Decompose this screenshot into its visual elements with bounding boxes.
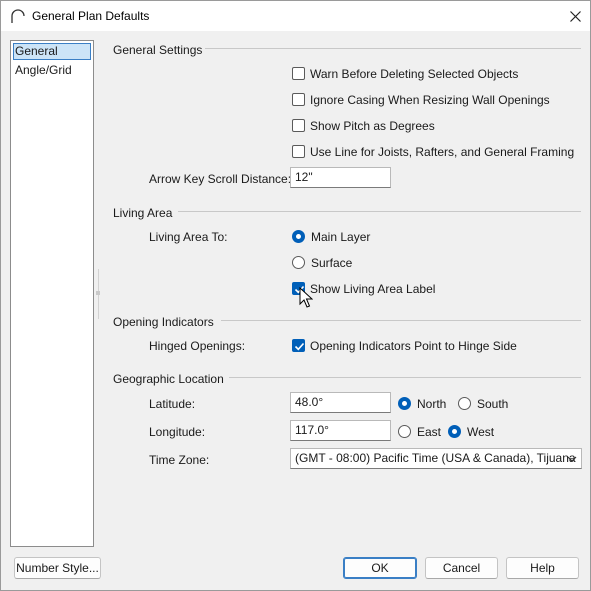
arrow-key-label: Arrow Key Scroll Distance: (149, 172, 292, 186)
help-button[interactable]: Help (506, 557, 579, 579)
divider (221, 320, 581, 321)
dialog-window: General Plan Defaults General Angle/Grid… (0, 0, 591, 591)
arch-icon (11, 9, 25, 23)
west-radio[interactable] (448, 425, 461, 438)
mouse-pointer-icon (299, 287, 313, 308)
title-bar[interactable]: General Plan Defaults (1, 1, 590, 31)
ignore-casing-checkbox[interactable] (292, 93, 305, 106)
time-zone-value: (GMT - 08:00) Pacific Time (USA & Canada… (295, 451, 576, 465)
ignore-casing-label: Ignore Casing When Resizing Wall Opening… (310, 93, 550, 107)
east-label: East (417, 425, 442, 439)
divider (229, 377, 581, 378)
living-area-header: Living Area (113, 206, 173, 220)
arrow-key-distance-input[interactable]: 12" (290, 167, 391, 188)
north-label: North (417, 397, 447, 411)
cancel-button[interactable]: Cancel (425, 557, 498, 579)
main-layer-radio[interactable] (292, 230, 305, 243)
west-label: West (467, 425, 495, 439)
geographic-location-header: Geographic Location (113, 372, 224, 386)
number-style-button[interactable]: Number Style... (14, 557, 101, 579)
general-settings-header: General Settings (113, 43, 203, 57)
show-living-area-label-text: Show Living Area Label (310, 282, 436, 296)
point-to-hinge-checkbox[interactable] (292, 339, 305, 352)
use-line-checkbox[interactable] (292, 145, 305, 158)
chevron-down-icon (567, 456, 577, 462)
divider (205, 48, 581, 49)
surface-label: Surface (311, 256, 353, 270)
sidebar-item-general[interactable]: General (13, 43, 91, 60)
main-layer-label: Main Layer (311, 230, 371, 244)
north-radio[interactable] (398, 397, 411, 410)
south-label: South (477, 397, 509, 411)
ok-button[interactable]: OK (343, 557, 417, 579)
divider (178, 211, 581, 212)
south-radio[interactable] (458, 397, 471, 410)
east-radio[interactable] (398, 425, 411, 438)
checkmark-icon (294, 342, 305, 351)
time-zone-label: Time Zone: (149, 453, 210, 467)
opening-indicators-header: Opening Indicators (113, 315, 214, 329)
latitude-label: Latitude: (149, 397, 196, 411)
surface-radio[interactable] (292, 256, 305, 269)
show-pitch-checkbox[interactable] (292, 119, 305, 132)
category-list[interactable]: General Angle/Grid (10, 40, 94, 547)
warn-delete-label: Warn Before Deleting Selected Objects (310, 67, 519, 81)
living-area-to-label: Living Area To: (149, 230, 228, 244)
panel-splitter[interactable] (96, 269, 100, 319)
point-to-hinge-label: Opening Indicators Point to Hinge Side (310, 339, 517, 353)
longitude-label: Longitude: (149, 425, 206, 439)
warn-delete-checkbox[interactable] (292, 67, 305, 80)
window-title: General Plan Defaults (32, 9, 150, 23)
time-zone-dropdown[interactable]: (GMT - 08:00) Pacific Time (USA & Canada… (290, 448, 582, 469)
hinged-openings-label: Hinged Openings: (149, 339, 246, 353)
show-pitch-label: Show Pitch as Degrees (310, 119, 435, 133)
latitude-input[interactable]: 48.0° (290, 392, 391, 413)
longitude-input[interactable]: 117.0° (290, 420, 391, 441)
close-icon (569, 10, 581, 22)
close-button[interactable] (560, 1, 590, 31)
sidebar-item-angle-grid[interactable]: Angle/Grid (13, 62, 91, 79)
use-line-label: Use Line for Joists, Rafters, and Genera… (310, 145, 575, 159)
